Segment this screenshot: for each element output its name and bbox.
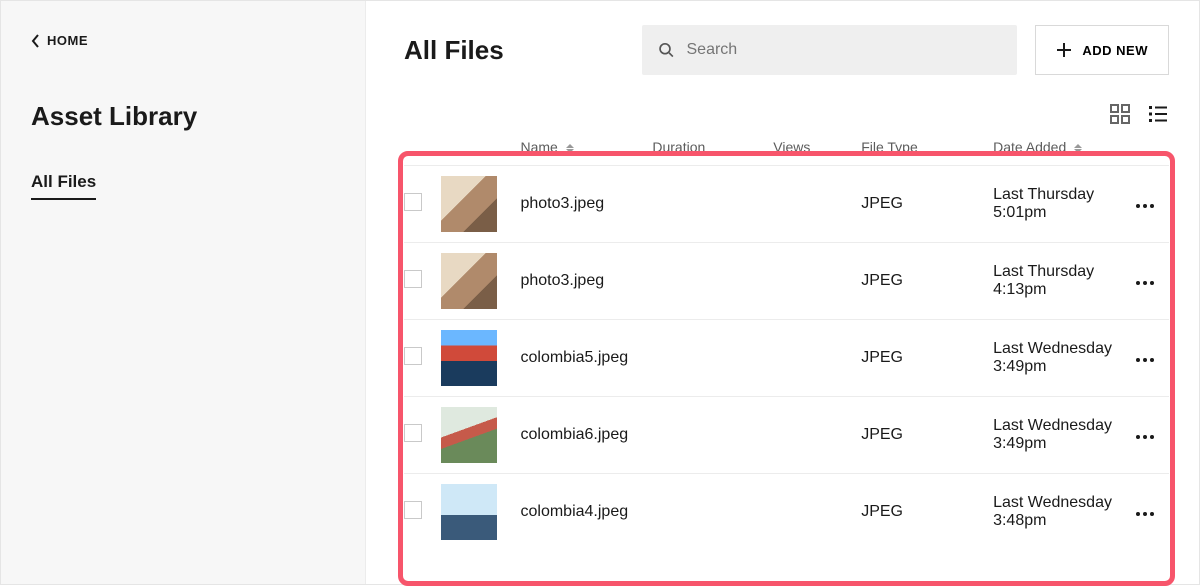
table-row[interactable]: colombia5.jpeg JPEGLast Wednesday 3:49pm	[404, 320, 1169, 397]
table-row[interactable]: photo3.jpeg JPEGLast Thursday 4:13pm	[404, 243, 1169, 320]
file-type: JPEG	[861, 243, 993, 320]
row-more-button[interactable]	[1136, 435, 1154, 439]
row-more-button[interactable]	[1136, 204, 1154, 208]
sidebar-nav: All Files	[31, 172, 335, 200]
list-view-button[interactable]	[1147, 103, 1169, 125]
file-name: photo3.jpeg	[520, 166, 652, 243]
table-header-row: Name Duration Views File Type Date Added	[404, 139, 1169, 166]
file-date-added: Last Thursday 4:13pm	[993, 243, 1136, 320]
file-date-added: Last Wednesday 3:48pm	[993, 474, 1136, 551]
row-checkbox[interactable]	[404, 501, 422, 519]
page-title: All Files	[404, 35, 624, 66]
file-date-added: Last Thursday 5:01pm	[993, 166, 1136, 243]
column-views[interactable]: Views	[773, 139, 861, 166]
table-wrap: Name Duration Views File Type Date Added	[404, 139, 1169, 584]
search-input[interactable]	[687, 41, 1002, 59]
sort-icon	[1074, 144, 1082, 153]
file-date-added: Last Wednesday 3:49pm	[993, 320, 1136, 397]
home-label: HOME	[47, 33, 88, 48]
column-file-type[interactable]: File Type	[861, 139, 993, 166]
file-views	[773, 166, 861, 243]
file-duration	[652, 243, 773, 320]
file-type: JPEG	[861, 474, 993, 551]
file-duration	[652, 474, 773, 551]
file-views	[773, 243, 861, 320]
add-new-label: ADD NEW	[1082, 43, 1148, 58]
file-duration	[652, 166, 773, 243]
list-icon	[1147, 103, 1169, 125]
table-row[interactable]: photo3.jpeg JPEGLast Thursday 5:01pm	[404, 166, 1169, 243]
thumbnail	[441, 484, 497, 540]
files-table: Name Duration Views File Type Date Added	[404, 139, 1169, 550]
thumbnail	[441, 253, 497, 309]
search-input-wrap[interactable]	[642, 25, 1017, 75]
sidebar-title: Asset Library	[31, 101, 335, 132]
column-name[interactable]: Name	[520, 139, 652, 166]
top-row: All Files ADD NEW	[404, 25, 1169, 75]
row-checkbox[interactable]	[404, 347, 422, 365]
row-checkbox[interactable]	[404, 424, 422, 442]
file-name: colombia6.jpeg	[520, 397, 652, 474]
row-more-button[interactable]	[1136, 358, 1154, 362]
file-duration	[652, 397, 773, 474]
row-checkbox[interactable]	[404, 270, 422, 288]
file-duration	[652, 320, 773, 397]
main: All Files ADD NEW	[366, 1, 1199, 584]
column-duration[interactable]: Duration	[652, 139, 773, 166]
file-views	[773, 474, 861, 551]
add-new-button[interactable]: ADD NEW	[1035, 25, 1169, 75]
file-type: JPEG	[861, 397, 993, 474]
file-type: JPEG	[861, 166, 993, 243]
file-views	[773, 397, 861, 474]
file-date-added: Last Wednesday 3:49pm	[993, 397, 1136, 474]
plus-icon	[1056, 42, 1072, 58]
view-toggle-row	[404, 103, 1169, 125]
sidebar: HOME Asset Library All Files	[1, 1, 366, 584]
grid-icon	[1109, 103, 1131, 125]
app-shell: HOME Asset Library All Files All Files A…	[0, 0, 1200, 585]
chevron-left-icon	[31, 34, 41, 48]
thumbnail	[441, 176, 497, 232]
table-row[interactable]: colombia6.jpeg JPEGLast Wednesday 3:49pm	[404, 397, 1169, 474]
search-icon	[658, 41, 675, 59]
row-more-button[interactable]	[1136, 512, 1154, 516]
file-name: photo3.jpeg	[520, 243, 652, 320]
row-more-button[interactable]	[1136, 281, 1154, 285]
sort-icon	[566, 144, 574, 153]
sidebar-item-all-files[interactable]: All Files	[31, 172, 96, 200]
file-name: colombia4.jpeg	[520, 474, 652, 551]
column-date-added[interactable]: Date Added	[993, 139, 1136, 166]
grid-view-button[interactable]	[1109, 103, 1131, 125]
row-checkbox[interactable]	[404, 193, 422, 211]
thumbnail	[441, 330, 497, 386]
file-views	[773, 320, 861, 397]
thumbnail	[441, 407, 497, 463]
home-link[interactable]: HOME	[31, 33, 88, 48]
file-name: colombia5.jpeg	[520, 320, 652, 397]
table-row[interactable]: colombia4.jpeg JPEGLast Wednesday 3:48pm	[404, 474, 1169, 551]
file-type: JPEG	[861, 320, 993, 397]
